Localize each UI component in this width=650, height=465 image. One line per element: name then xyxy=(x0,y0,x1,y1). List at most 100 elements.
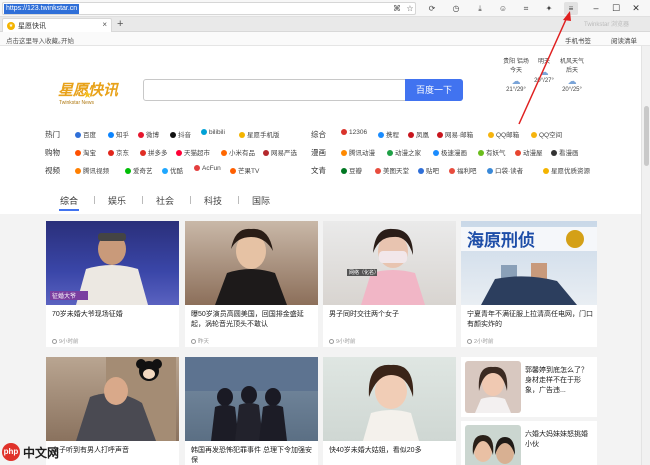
nav-link[interactable]: 拼多多 xyxy=(140,147,168,157)
search-box: 百度一下 xyxy=(143,79,463,101)
nav-link[interactable]: 口袋·读者 xyxy=(487,165,523,175)
site-logo[interactable]: 星愿快讯 ★ Twinkstar News xyxy=(55,76,121,116)
star-icon[interactable]: ☆ xyxy=(404,3,416,15)
nav-link[interactable]: 芒果TV xyxy=(230,165,259,175)
tab-comprehensive[interactable]: 综合 xyxy=(60,194,78,207)
menu-icon[interactable]: ≡ xyxy=(564,2,578,15)
nav-link[interactable]: 京东 xyxy=(108,147,129,157)
news-card[interactable]: 征婚大爷 70岁未婚大爷现场征婚 9小时前 xyxy=(46,221,179,347)
bookmark-reading-list[interactable]: 阅读清单 xyxy=(611,35,637,45)
nav-link[interactable]: 天猫超市 xyxy=(176,147,210,157)
nav-link[interactable]: 携程 xyxy=(378,129,399,139)
news-image: 网络（化名） xyxy=(323,221,456,305)
address-bar[interactable]: https://123.twinkstar.cn ⌘ ☆ xyxy=(2,2,416,15)
tab-society[interactable]: 社会 xyxy=(156,194,174,207)
tab-entertainment[interactable]: 娱乐 xyxy=(108,194,126,207)
account-icon[interactable]: ☺ xyxy=(496,2,510,15)
weather-tomorrow[interactable]: 明天 ☁ 20°/27° xyxy=(530,58,558,86)
nav-link[interactable]: 星愿优质资源 xyxy=(543,165,590,175)
nav-link[interactable]: QQ邮箱 xyxy=(488,129,519,139)
nav-link[interactable]: QQ空间 xyxy=(531,129,562,139)
search-input[interactable] xyxy=(148,83,398,98)
nav-link[interactable]: 知乎 xyxy=(108,129,129,139)
news-card[interactable]: 韩国再发恐怖犯罪事件 总理下令加强安保 xyxy=(185,357,318,465)
news-card[interactable]: 女子听到有男人打呼声音 xyxy=(46,357,179,465)
crop-icon[interactable]: ⌗ xyxy=(519,2,533,15)
tab-divider xyxy=(238,196,239,204)
nav-link[interactable]: 福利吧 xyxy=(449,165,477,175)
nav-link[interactable]: 星愿手机版 xyxy=(239,129,280,139)
nav-link[interactable]: 动漫之家 xyxy=(387,147,421,157)
close-icon[interactable]: ✕ xyxy=(629,2,643,15)
news-image xyxy=(323,357,456,441)
weather-temp: 20°/25° xyxy=(562,87,582,93)
nav-link[interactable]: 淘宝 xyxy=(75,147,96,157)
weather-after-tomorrow[interactable]: 机风天气 后天 ☁ 20°/25° xyxy=(558,58,586,95)
download-icon[interactable]: ⤓ xyxy=(473,2,487,15)
nav-category: 漫画 xyxy=(311,148,326,157)
search-button[interactable]: 百度一下 xyxy=(405,79,463,101)
nav-link[interactable]: 小米有品 xyxy=(221,147,255,157)
news-title[interactable]: 宁夏青年不满征服上拉清高任电网，门口有颜实炸的 xyxy=(467,310,593,330)
news-title[interactable]: 韩国再发恐怖犯罪事件 总理下令加强安保 xyxy=(191,446,315,465)
weather-day: 后天 xyxy=(565,68,578,74)
weather-city: 机风天气 xyxy=(559,59,584,65)
nav-link[interactable]: 动漫屋 xyxy=(515,147,543,157)
side-news-title[interactable]: 六婚大妈妹妹怒挑婚小伙 xyxy=(525,430,591,450)
url-text[interactable]: https://123.twinkstar.cn xyxy=(4,4,80,14)
bookmark-import-link[interactable]: 开始 xyxy=(61,35,74,45)
news-title[interactable]: 曝50岁演员高圆美国，回国排金盛延起，涡轮音光顶头不敢认 xyxy=(191,310,315,330)
nav-link[interactable]: 腾讯视频 xyxy=(75,165,109,175)
nav-link[interactable]: AcFun xyxy=(194,165,221,172)
news-card[interactable]: 网络（化名） 男子同时交往两个女子 9小时前 xyxy=(323,221,456,347)
nav-link[interactable]: 凤凰 xyxy=(408,129,429,139)
nav-link[interactable]: 网易严选 xyxy=(263,147,297,157)
tab-tech[interactable]: 科技 xyxy=(204,194,222,207)
minimize-icon[interactable]: – xyxy=(589,2,603,15)
nav-link[interactable]: 12306 xyxy=(341,129,367,136)
tab-divider xyxy=(190,196,191,204)
nav-link[interactable]: 百度 xyxy=(75,129,96,139)
nav-link[interactable]: 腾讯动漫 xyxy=(341,147,375,157)
history-icon[interactable]: ◷ xyxy=(449,2,463,15)
nav-link[interactable]: 贴吧 xyxy=(418,165,439,175)
nav-link[interactable]: bilibili xyxy=(201,129,225,136)
new-tab-button[interactable]: + xyxy=(117,17,123,31)
nav-link[interactable]: 美图天堂 xyxy=(375,165,409,175)
weather-city: 贵阳 铝场 xyxy=(503,59,529,65)
qr-icon[interactable]: ⌘ xyxy=(391,3,403,15)
weather-today[interactable]: 贵阳 铝场 今天 ☁ 21°/29° xyxy=(502,58,530,95)
nav-link[interactable]: 优酷 xyxy=(162,165,183,175)
scrollbar-thumb[interactable] xyxy=(644,106,649,166)
side-news-card[interactable]: 郭馨婷到底怎么了？身材走样不在于形象，广告违... xyxy=(461,357,597,417)
nav-link[interactable]: 看漫画 xyxy=(551,147,579,157)
tab-active[interactable]: ★ 星愿快讯 × xyxy=(2,18,112,32)
tab-title: 星愿快讯 xyxy=(18,23,46,30)
news-card[interactable]: 快40岁未婚大姑姐，看似20多 xyxy=(323,357,456,465)
side-news-card[interactable]: 六婚大妈妹妹怒挑婚小伙 xyxy=(461,421,597,465)
nav-row-video: 视频 腾讯视频 爱奇艺 优酷 AcFun 芒果TV 文青 豆瓣 美图天堂 贴吧 … xyxy=(0,164,641,178)
nav-link[interactable]: 抖音 xyxy=(170,129,191,139)
refresh-icon[interactable]: ⟳ xyxy=(425,2,439,15)
nav-link[interactable]: 爱奇艺 xyxy=(125,165,153,175)
nav-link[interactable]: 极速漫画 xyxy=(433,147,467,157)
nav-link[interactable]: 有妖气 xyxy=(478,147,506,157)
weather-temp: 21°/29° xyxy=(506,87,526,93)
tab-close-icon[interactable]: × xyxy=(102,20,107,29)
page-scrollbar[interactable] xyxy=(641,46,650,465)
extension-icon[interactable]: ✦ xyxy=(542,2,556,15)
cloud-icon: ☁ xyxy=(567,76,577,86)
news-title[interactable]: 男子同时交往两个女子 xyxy=(329,310,399,320)
news-title[interactable]: 70岁未婚大爷现场征婚 xyxy=(52,310,123,320)
nav-link[interactable]: 微博 xyxy=(138,129,159,139)
bookmark-mobile[interactable]: 手机书签 xyxy=(565,35,591,45)
news-card[interactable]: 海原刑侦 宁夏青年不满征服上拉清高任电网，门口有颜实炸的 2小时前 xyxy=(461,221,597,347)
news-card[interactable]: 曝50岁演员高圆美国，回国排金盛延起，涡轮音光顶头不敢认 昨天 xyxy=(185,221,318,347)
side-news-title[interactable]: 郭馨婷到底怎么了？身材走样不在于形象，广告违... xyxy=(525,366,591,396)
tab-international[interactable]: 国际 xyxy=(252,194,270,207)
news-title[interactable]: 快40岁未婚大姑姐，看似20多 xyxy=(329,446,422,456)
nav-row-shopping: 购物 淘宝 京东 拼多多 天猫超市 小米有品 网易严选 漫画 腾讯动漫 动漫之家… xyxy=(0,146,641,160)
nav-link[interactable]: 网易·邮箱 xyxy=(437,129,473,139)
nav-link[interactable]: 豆瓣 xyxy=(341,165,362,175)
maximize-icon[interactable]: ☐ xyxy=(609,2,623,15)
